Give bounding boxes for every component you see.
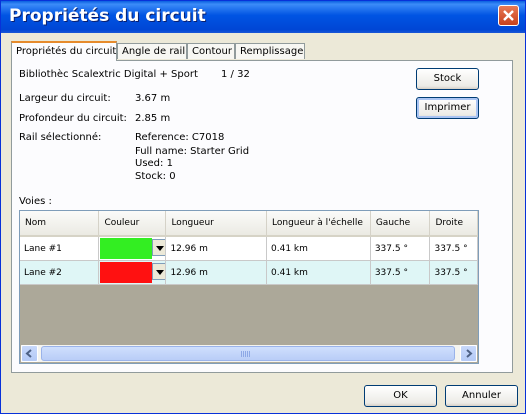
table-row[interactable]: Lane #1 12.96 m 0.41 km 337.5 ° 337.5 ° <box>20 236 478 261</box>
grip-icon <box>241 351 251 357</box>
selected-rail-label: Rail sélectionné: <box>19 132 102 143</box>
lanes-table: Nom Couleur Longueur Longueur à l'échell… <box>20 211 478 285</box>
scroll-left-button[interactable] <box>21 345 38 362</box>
print-button[interactable]: Imprimer <box>416 97 479 119</box>
arrow-left-icon <box>25 349 32 358</box>
rail-used: Used: 1 <box>135 158 173 169</box>
rail-stock: Stock: 0 <box>135 171 176 182</box>
column-header-left[interactable]: Gauche <box>370 211 431 237</box>
lane-scaled-length[interactable]: 0.41 km <box>266 260 371 285</box>
column-header-scaled-length[interactable]: Longueur à l'échelle <box>266 211 371 237</box>
lane-color-swatch[interactable] <box>100 238 153 259</box>
scrollbar-thumb[interactable] <box>41 346 455 361</box>
column-header-color[interactable]: Couleur <box>98 211 167 237</box>
lane-scaled-length[interactable]: 0.41 km <box>266 236 371 261</box>
column-header-name[interactable]: Nom <box>20 211 100 237</box>
width-label: Largeur du circuit: <box>19 93 111 104</box>
tab-contour[interactable]: Contour <box>187 43 235 59</box>
close-icon <box>503 10 514 21</box>
lane-left[interactable]: 337.5 ° <box>370 236 431 261</box>
chevron-down-icon[interactable] <box>152 239 165 256</box>
lane-length[interactable]: 12.96 m <box>165 236 268 261</box>
depth-label: Profondeur du circuit: <box>19 113 127 124</box>
library-name: Bibliothèc Scalextric Digital + Sport <box>19 69 198 80</box>
depth-value: 2.85 m <box>135 113 171 124</box>
scroll-right-button[interactable] <box>460 345 477 362</box>
lanes-label: Voies : <box>19 196 52 207</box>
table-header-row: Nom Couleur Longueur Longueur à l'échell… <box>20 211 478 237</box>
window-title: Propriétés du circuit <box>9 6 206 26</box>
lane-left[interactable]: 337.5 ° <box>370 260 431 285</box>
lane-name[interactable]: Lane #2 <box>20 260 100 285</box>
page-counter: 1 / 32 <box>221 69 250 80</box>
chevron-down-icon[interactable] <box>152 263 165 280</box>
rail-full-name: Full name: Starter Grid <box>135 146 250 157</box>
tab-fill[interactable]: Remplissage <box>235 43 305 59</box>
horizontal-scrollbar[interactable] <box>21 345 477 362</box>
column-header-length[interactable]: Longueur <box>165 211 268 237</box>
ok-button[interactable]: OK <box>364 385 437 407</box>
tab-rail-angle[interactable]: Angle de rail <box>117 43 187 59</box>
stock-button[interactable]: Stock <box>416 68 479 90</box>
width-value: 3.67 m <box>135 93 171 104</box>
lane-right[interactable]: 337.5 ° <box>429 260 478 285</box>
lane-color-cell[interactable] <box>98 236 167 261</box>
lane-name[interactable]: Lane #1 <box>20 236 100 261</box>
lane-color-cell[interactable] <box>98 260 167 285</box>
column-header-right[interactable]: Droite <box>429 211 478 237</box>
lane-color-swatch[interactable] <box>100 262 153 283</box>
tab-track-properties[interactable]: Propriétés du circuit <box>11 41 117 61</box>
lanes-grid: Nom Couleur Longueur Longueur à l'échell… <box>19 210 479 364</box>
table-row[interactable]: Lane #2 12.96 m 0.41 km 337.5 ° 337.5 ° <box>20 260 478 285</box>
lane-right[interactable]: 337.5 ° <box>429 236 478 261</box>
title-bar[interactable]: Propriétés du circuit <box>1 1 525 33</box>
close-button[interactable] <box>498 5 519 26</box>
dialog-window: Propriétés du circuit Propriétés du circ… <box>0 0 526 414</box>
rail-reference: Reference: C7018 <box>135 132 225 143</box>
arrow-right-icon <box>466 349 473 358</box>
cancel-button[interactable]: Annuler <box>445 385 518 407</box>
lane-length[interactable]: 12.96 m <box>165 260 268 285</box>
